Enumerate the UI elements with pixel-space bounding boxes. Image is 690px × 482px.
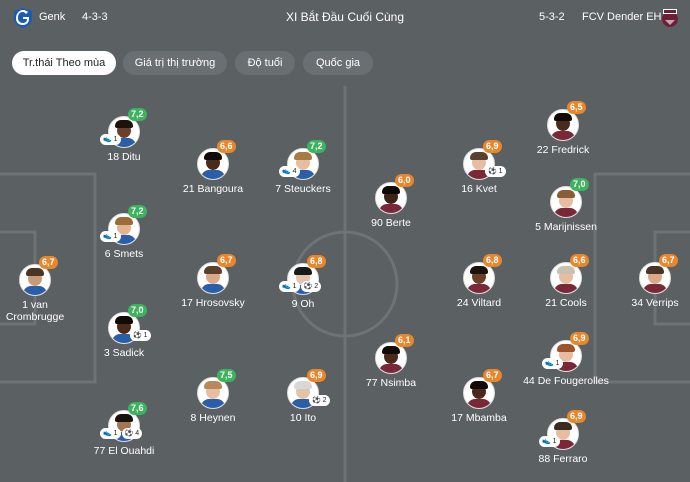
away-formation: 5-3-2 (539, 11, 565, 23)
tab-season-form[interactable]: Tr.thái Theo mùa (12, 51, 116, 75)
lineup-header: Genk 4-3-3 XI Bắt Đầu Cuối Cùng 5-3-2 FC… (0, 0, 690, 36)
player-name: 1 van Crombrugge (5, 299, 65, 323)
player-events: 👟 1 (100, 231, 122, 243)
player-rating-badge: 6,5 (567, 101, 586, 114)
player-events: 👟 1 ⚽ 2 (279, 281, 322, 293)
away-player[interactable]: 6,9 👟 1 88 Ferraro (503, 410, 623, 465)
player-events: 👟 1 (542, 358, 564, 370)
player-rating-badge: 6,7 (483, 369, 502, 382)
player-events: ⚽ 2 (309, 395, 331, 407)
assist-boot-icon: 👟 1 (100, 134, 121, 145)
player-rating-badge: 6,8 (483, 254, 502, 267)
player-rating-badge: 7,0 (570, 178, 589, 191)
home-player[interactable]: 6,8 👟 1 ⚽ 2 9 Oh (243, 255, 363, 310)
player-rating-badge: 6,1 (395, 334, 414, 347)
player-name: 24 Viltard (456, 297, 502, 309)
player-name: 6 Smets (104, 248, 144, 260)
player-rating-badge: 7,2 (307, 140, 326, 153)
player-name: 3 Sadick (103, 347, 145, 359)
home-player[interactable]: 7,0 ⚽ 1 3 Sadick (64, 304, 184, 359)
player-name: 10 Ito (289, 412, 317, 424)
tab-market-value[interactable]: Giá trị thị trường (123, 51, 227, 75)
player-events: 👟 1 (539, 436, 561, 448)
player-rating-badge: 6,9 (570, 332, 589, 345)
player-name: 90 Berte (371, 217, 411, 229)
player-rating-badge: 6,9 (483, 140, 502, 153)
player-rating-badge: 6,7 (659, 254, 678, 267)
player-name: 77 El Ouahdi (93, 445, 155, 457)
tab-nationality[interactable]: Quốc gia (303, 51, 373, 75)
away-player[interactable]: 6,8 24 Viltard (419, 254, 539, 309)
assist-boot-icon: 👟 1 (539, 436, 560, 447)
player-rating-badge: 6,0 (395, 174, 414, 187)
assist-boot-icon: 👟 1 (279, 281, 300, 292)
player-name: 17 Mbamba (451, 412, 507, 424)
player-name: 88 Ferraro (538, 453, 588, 465)
home-player[interactable]: 7,2 👟 1 6 Smets (64, 205, 184, 260)
player-events: ⚽ 1 (485, 166, 507, 178)
goal-ball-icon: ⚽ 4 (121, 428, 143, 439)
player-rating-badge: 7,6 (128, 402, 147, 415)
player-rating-badge: 7,5 (217, 369, 236, 382)
player-name: 77 Nsimba (365, 377, 417, 389)
tab-age[interactable]: Độ tuổi (235, 51, 295, 75)
away-player[interactable]: 6,1 77 Nsimba (331, 334, 451, 389)
player-rating-badge: 6,6 (217, 140, 236, 153)
assist-boot-icon: 👟 4 (279, 166, 300, 177)
goal-ball-icon: ⚽ 1 (130, 330, 151, 341)
dender-logo-icon[interactable] (660, 8, 680, 28)
goal-ball-icon: ⚽ 2 (300, 281, 322, 292)
player-rating-badge: 6,7 (39, 256, 58, 269)
player-rating-badge: 7,0 (128, 304, 147, 317)
player-events: 👟 4 (279, 166, 301, 178)
away-player[interactable]: 6,0 90 Berte (331, 174, 451, 229)
player-events: ⚽ 1 (130, 330, 152, 342)
away-team-name[interactable]: FCV Dender EH (582, 11, 661, 23)
assist-boot-icon: 👟 1 (100, 428, 121, 439)
assist-boot-icon: 👟 1 (100, 231, 121, 242)
player-events: 👟 1 ⚽ 4 (100, 428, 143, 440)
player-rating-badge: 6,7 (217, 254, 236, 267)
goal-ball-icon: ⚽ 1 (485, 166, 506, 177)
player-rating-badge: 6,9 (567, 410, 586, 423)
player-rating-badge: 6,9 (307, 369, 326, 382)
player-rating-badge: 7,2 (128, 108, 147, 121)
player-rating-badge: 6,6 (570, 254, 589, 267)
assist-boot-icon: 👟 1 (542, 358, 563, 369)
player-name: 9 Oh (291, 298, 315, 310)
player-rating-badge: 7,2 (128, 205, 147, 218)
player-name: 5 Marijnissen (535, 221, 597, 233)
player-rating-badge: 6,8 (307, 255, 326, 268)
goal-ball-icon: ⚽ 2 (309, 395, 330, 406)
player-events: 👟 1 (100, 134, 122, 146)
